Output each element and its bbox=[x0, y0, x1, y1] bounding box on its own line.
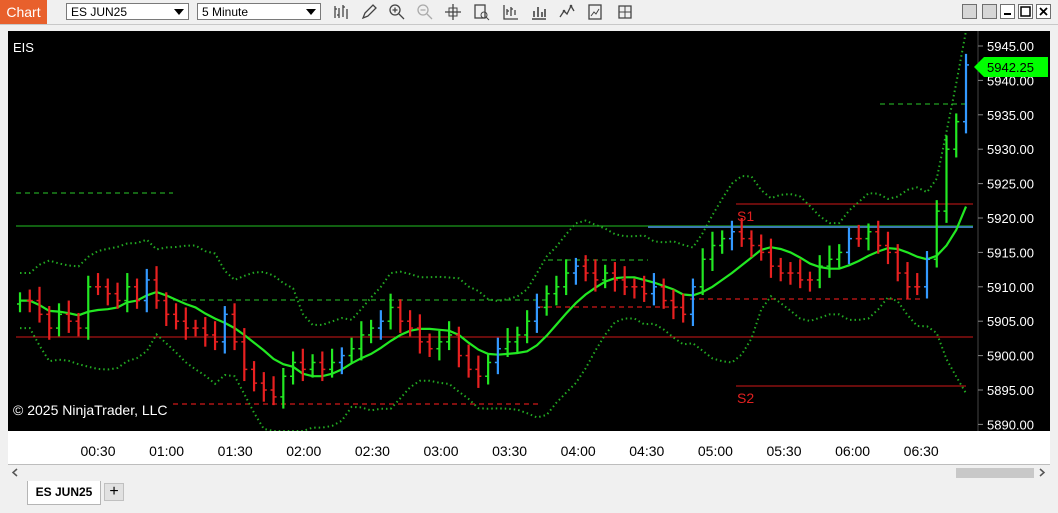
close-button[interactable] bbox=[1036, 4, 1051, 19]
time-tick-label: 01:00 bbox=[149, 443, 184, 459]
time-tick-label: 02:00 bbox=[286, 443, 321, 459]
scroll-right-icon[interactable] bbox=[1039, 468, 1046, 477]
indicators-icon[interactable] bbox=[502, 3, 520, 21]
time-tick-label: 06:00 bbox=[835, 443, 870, 459]
properties-icon[interactable] bbox=[586, 3, 604, 21]
time-tick-label: 01:30 bbox=[218, 443, 253, 459]
bar-type-icon[interactable] bbox=[332, 3, 350, 21]
instrument-selector-value: ES JUN25 bbox=[71, 5, 128, 19]
price-chart[interactable]: 5945.005940.005935.005930.005925.005920.… bbox=[8, 30, 1050, 432]
chevron-down-icon bbox=[174, 9, 184, 15]
time-tick-label: 02:30 bbox=[355, 443, 390, 459]
time-tick-label: 05:00 bbox=[698, 443, 733, 459]
minimize-button[interactable] bbox=[962, 4, 977, 19]
price-tick-label: 5930.00 bbox=[987, 142, 1034, 157]
zoom-in-icon[interactable] bbox=[388, 3, 406, 21]
time-axis: 00:30 01:00 01:30 02:00 02:30 03:00 03:30 04:00… bbox=[8, 431, 1050, 464]
close-icon bbox=[1039, 7, 1048, 16]
time-tick-label: 04:00 bbox=[561, 443, 596, 459]
instrument-selector[interactable]: ES JUN25 bbox=[66, 3, 189, 20]
price-tick-label: 5935.00 bbox=[987, 108, 1034, 123]
time-tick-label: 06:30 bbox=[904, 443, 939, 459]
maximize-icon bbox=[1020, 6, 1031, 17]
price-tick-label: 5920.00 bbox=[987, 211, 1034, 226]
restore-button[interactable] bbox=[982, 4, 997, 19]
minimize-icon bbox=[1004, 13, 1011, 15]
scroll-left-icon[interactable] bbox=[11, 468, 18, 477]
time-tick-label: 03:30 bbox=[492, 443, 527, 459]
price-tick-label: 5905.00 bbox=[987, 314, 1034, 329]
price-tick-label: 5900.00 bbox=[987, 349, 1034, 364]
instrument-label: EIS bbox=[13, 40, 34, 55]
draw-tools-icon[interactable] bbox=[360, 3, 378, 21]
time-tick-label: 04:30 bbox=[629, 443, 664, 459]
strategies-icon[interactable] bbox=[530, 3, 548, 21]
price-tick-label: 5895.00 bbox=[987, 383, 1034, 398]
price-tick-label: 5925.00 bbox=[987, 177, 1034, 192]
chart-toolbar: Chart ES JUN25 5 Minute bbox=[0, 0, 1058, 25]
time-tick-label: 03:00 bbox=[423, 443, 458, 459]
scrollbar-thumb[interactable] bbox=[956, 468, 1034, 478]
last-price-text: 5942.25 bbox=[987, 60, 1034, 75]
time-tick-label: 00:30 bbox=[80, 443, 115, 459]
maximize-button[interactable] bbox=[1018, 4, 1033, 19]
chart-background bbox=[8, 31, 1050, 431]
chart-tab-bar: ES JUN25 + bbox=[0, 479, 1058, 513]
last-price-tag: 5942.25 bbox=[974, 57, 1048, 77]
chart-trader-icon[interactable] bbox=[558, 3, 576, 21]
interval-selector-value: 5 Minute bbox=[202, 5, 249, 19]
price-tick-label: 5945.00 bbox=[987, 39, 1034, 54]
zoom-out-icon[interactable] bbox=[416, 3, 434, 21]
crosshair-icon[interactable] bbox=[444, 3, 462, 21]
chart-style-icon[interactable] bbox=[616, 3, 634, 21]
copyright-text: © 2025 NinjaTrader, LLC bbox=[13, 402, 168, 418]
price-tick-label: 5915.00 bbox=[987, 245, 1034, 260]
chart-panel[interactable]: 5945.00 5940.00 5935.00 5930.00 5925.00 5920.… bbox=[8, 30, 1050, 464]
horizontal-scrollbar[interactable] bbox=[8, 464, 1050, 480]
chart-menu-button[interactable]: Chart bbox=[0, 0, 47, 24]
add-tab-button[interactable]: + bbox=[104, 483, 124, 501]
chevron-down-icon bbox=[306, 9, 316, 15]
data-box-icon[interactable] bbox=[472, 3, 490, 21]
tab-es-jun25[interactable]: ES JUN25 bbox=[27, 481, 101, 505]
price-tick-label: 5890.00 bbox=[987, 417, 1034, 431]
scrollbar-track bbox=[11, 468, 1046, 478]
interval-selector[interactable]: 5 Minute bbox=[197, 3, 321, 20]
s1-label: S1 bbox=[737, 208, 754, 224]
price-tick-label: 5910.00 bbox=[987, 280, 1034, 295]
time-tick-label: 05:30 bbox=[766, 443, 801, 459]
minimize-window-button[interactable] bbox=[1000, 4, 1015, 19]
s2-label: S2 bbox=[737, 390, 754, 406]
